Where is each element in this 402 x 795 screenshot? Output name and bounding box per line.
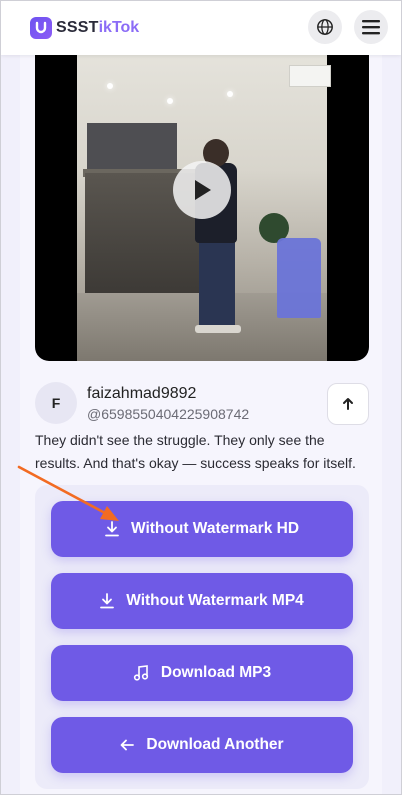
- top-header: SSST ikTok: [1, 1, 401, 55]
- download-mp3-button[interactable]: Download MP3: [51, 645, 353, 701]
- author-username: faizahmad9892: [87, 385, 197, 402]
- page-frame: SSST ikTok F faizahmad9892 @659855040422…: [0, 0, 402, 795]
- video-caption: They didn't see the struggle. They only …: [35, 432, 356, 471]
- thumb-person-legs: [199, 238, 235, 328]
- music-note-icon: [133, 665, 148, 681]
- menu-button[interactable]: [354, 10, 388, 44]
- language-button[interactable]: [308, 10, 342, 44]
- download-mp4-button[interactable]: Without Watermark MP4: [51, 573, 353, 629]
- scroll-top-button[interactable]: [327, 383, 369, 425]
- logo-mark-icon: [30, 17, 52, 39]
- globe-icon: [317, 19, 333, 35]
- thumb-light: [107, 83, 113, 89]
- arrow-up-icon: [343, 398, 353, 410]
- thumb-chair: [277, 238, 321, 318]
- play-button[interactable]: [173, 161, 231, 219]
- download-hd-label: Without Watermark HD: [130, 520, 300, 537]
- author-user-id: @6598550404225908742: [87, 406, 250, 422]
- thumb-ac: [289, 65, 331, 87]
- arrow-left-icon: [120, 739, 135, 751]
- site-logo[interactable]: SSST ikTok: [30, 17, 139, 39]
- download-another-button[interactable]: Download Another: [51, 717, 353, 773]
- thumb-person-shoes: [195, 325, 241, 333]
- download-icon: [100, 593, 115, 609]
- hamburger-menu-icon: [362, 20, 380, 35]
- play-icon: [195, 180, 211, 200]
- thumb-light: [227, 91, 233, 97]
- logo-accent-text: ikTok: [98, 19, 140, 36]
- video-preview[interactable]: [35, 43, 369, 361]
- logo-text: SSST: [56, 19, 99, 36]
- download-icon: [105, 521, 119, 537]
- author-avatar: F: [35, 382, 77, 424]
- download-mp4-label: Without Watermark MP4: [126, 592, 304, 609]
- download-mp3-label: Download MP3: [160, 664, 272, 681]
- thumb-light: [167, 98, 173, 104]
- download-another-label: Download Another: [146, 736, 284, 753]
- download-hd-button[interactable]: Without Watermark HD: [51, 501, 353, 557]
